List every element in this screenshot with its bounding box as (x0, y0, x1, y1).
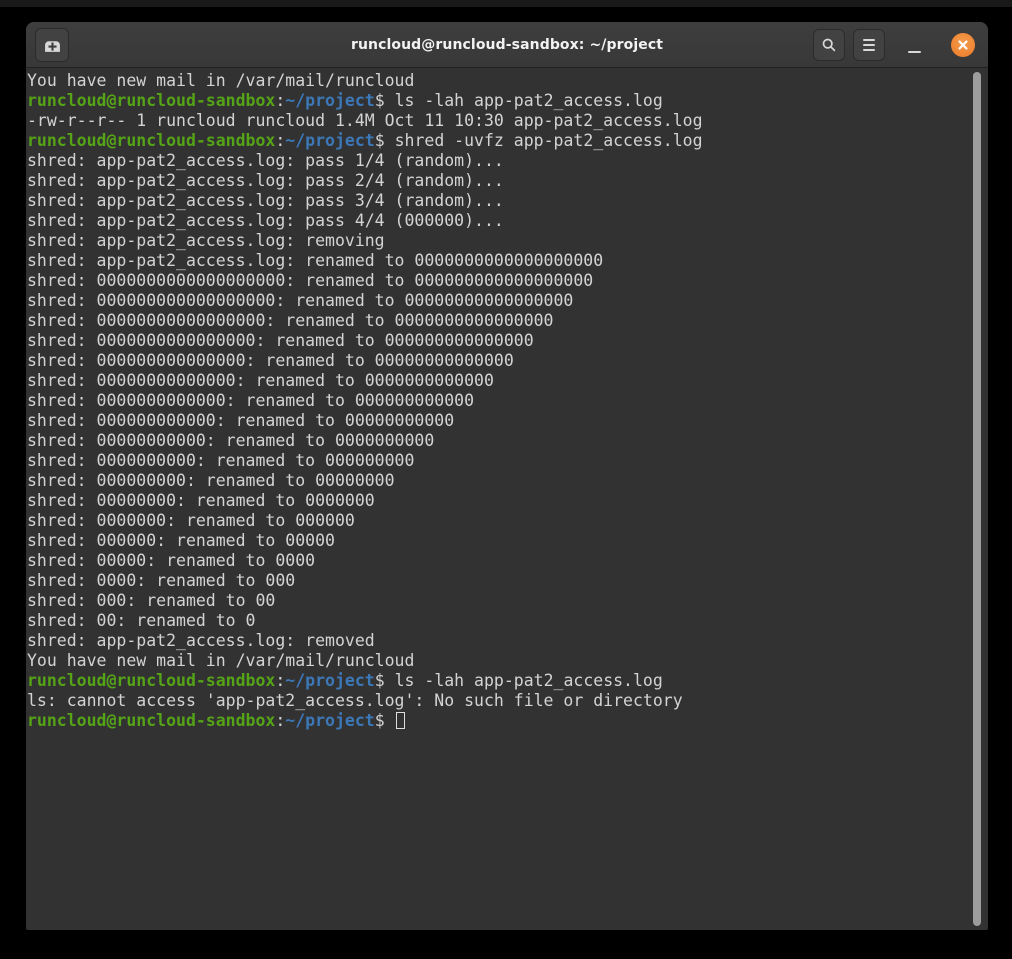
terminal-output-line: shred: app-pat2_access.log: pass 1/4 (ra… (27, 151, 974, 171)
prompt-separator: : (275, 131, 285, 150)
prompt-symbol: $ (375, 671, 395, 690)
terminal-output-line: shred: 000: renamed to 00 (27, 591, 974, 611)
terminal-output-line: shred: 00: renamed to 0 (27, 611, 974, 631)
terminal-cursor (396, 712, 405, 729)
terminal-output-line: shred: 00000000: renamed to 0000000 (27, 491, 974, 511)
search-icon (821, 37, 837, 53)
minimize-button[interactable] (902, 34, 926, 58)
prompt-user-host: runcloud@runcloud-sandbox (27, 91, 275, 110)
hamburger-menu-icon (863, 39, 875, 51)
prompt-user-host: runcloud@runcloud-sandbox (27, 711, 275, 730)
terminal-output-line: shred: 00000000000000000: renamed to 000… (27, 311, 974, 331)
prompt-command: ls -lah app-pat2_access.log (395, 91, 663, 110)
prompt-command: ls -lah app-pat2_access.log (395, 671, 663, 690)
prompt-separator: : (275, 91, 285, 110)
close-button[interactable] (951, 33, 975, 57)
terminal-output-line: shred: 0000000000000000: renamed to 0000… (27, 331, 974, 351)
terminal-output-line: shred: app-pat2_access.log: removing (27, 231, 974, 251)
terminal-output-line: shred: 000000000000: renamed to 00000000… (27, 411, 974, 431)
terminal-prompt-line: runcloud@runcloud-sandbox:~/project$ (27, 711, 974, 731)
prompt-separator: : (275, 671, 285, 690)
close-icon (957, 39, 969, 51)
prompt-path: ~/project (285, 671, 374, 690)
terminal-output-line: shred: 00000000000: renamed to 000000000… (27, 431, 974, 451)
terminal-output-line: shred: 00000: renamed to 0000 (27, 551, 974, 571)
terminal-prompt-line: runcloud@runcloud-sandbox:~/project$ ls … (27, 91, 974, 111)
terminal-screen[interactable]: You have new mail in /var/mail/runcloudr… (26, 68, 988, 930)
prompt-path: ~/project (285, 91, 374, 110)
terminal-output-line: You have new mail in /var/mail/runcloud (27, 71, 974, 91)
new-tab-icon (44, 37, 61, 54)
terminal-output-line: shred: app-pat2_access.log: pass 4/4 (00… (27, 211, 974, 231)
titlebar[interactable]: runcloud@runcloud-sandbox: ~/project (26, 22, 988, 68)
terminal-output-line: shred: 0000: renamed to 000 (27, 571, 974, 591)
terminal-output-line: shred: app-pat2_access.log: pass 3/4 (ra… (27, 191, 974, 211)
prompt-path: ~/project (285, 711, 374, 730)
terminal-output-line: shred: 000000000000000000: renamed to 00… (27, 291, 974, 311)
terminal-output-line: shred: 0000000000000: renamed to 0000000… (27, 391, 974, 411)
terminal-output-line: shred: 0000000: renamed to 000000 (27, 511, 974, 531)
prompt-user-host: runcloud@runcloud-sandbox (27, 131, 275, 150)
terminal-window: runcloud@runcloud-sandbox: ~/project (26, 22, 988, 930)
terminal-output-line: ls: cannot access 'app-pat2_access.log':… (27, 691, 974, 711)
new-tab-button[interactable] (35, 28, 69, 62)
prompt-symbol: $ (375, 711, 395, 730)
prompt-symbol: $ (375, 91, 395, 110)
terminal-output-line: shred: 0000000000: renamed to 000000000 (27, 451, 974, 471)
terminal-output-line: shred: 000000000000000: renamed to 00000… (27, 351, 974, 371)
terminal-output-line: shred: 0000000000000000000: renamed to 0… (27, 271, 974, 291)
prompt-separator: : (275, 711, 285, 730)
terminal-prompt-line: runcloud@runcloud-sandbox:~/project$ ls … (27, 671, 974, 691)
terminal-output-line: shred: app-pat2_access.log: removed (27, 631, 974, 651)
terminal-output-line: shred: 000000: renamed to 00000 (27, 531, 974, 551)
scrollbar-thumb[interactable] (973, 72, 981, 926)
menu-button[interactable] (853, 29, 885, 61)
terminal-output-line: -rw-r--r-- 1 runcloud runcloud 1.4M Oct … (27, 111, 974, 131)
prompt-symbol: $ (375, 131, 395, 150)
terminal-prompt-line: runcloud@runcloud-sandbox:~/project$ shr… (27, 131, 974, 151)
terminal-output-line: shred: 000000000: renamed to 00000000 (27, 471, 974, 491)
minimize-icon (908, 51, 921, 54)
terminal-output-line: shred: app-pat2_access.log: renamed to 0… (27, 251, 974, 271)
prompt-user-host: runcloud@runcloud-sandbox (27, 671, 275, 690)
search-button[interactable] (813, 29, 845, 61)
prompt-path: ~/project (285, 131, 374, 150)
prompt-command: shred -uvfz app-pat2_access.log (395, 131, 703, 150)
terminal-output-line: shred: 00000000000000: renamed to 000000… (27, 371, 974, 391)
desktop-top-edge (0, 0, 1012, 7)
terminal-output-line: shred: app-pat2_access.log: pass 2/4 (ra… (27, 171, 974, 191)
terminal-output-line: You have new mail in /var/mail/runcloud (27, 651, 974, 671)
